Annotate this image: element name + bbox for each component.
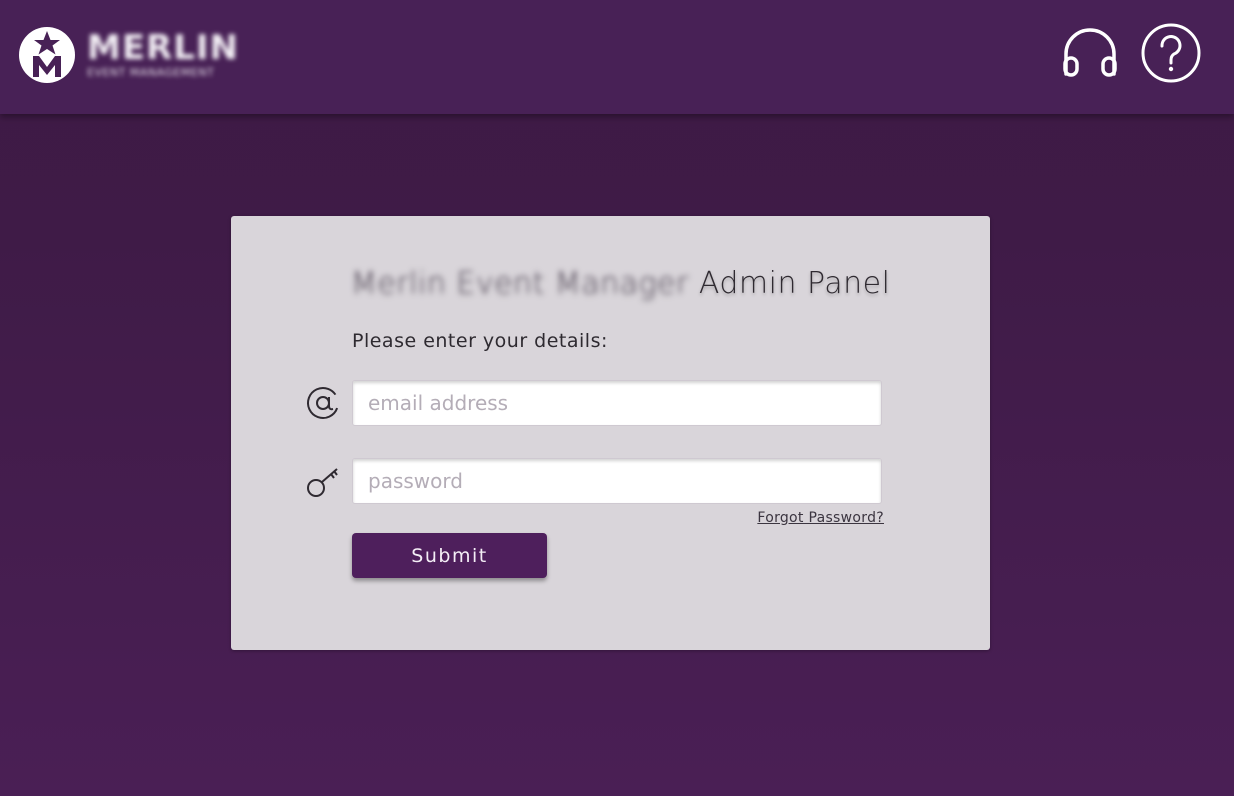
key-icon [307,468,338,497]
submit-button[interactable]: Submit [352,533,547,578]
top-header-bar: MERLIN EVENT MANAGEMENT [0,0,1234,114]
brand-tagline: EVENT MANAGEMENT [87,66,215,79]
support-headset-button[interactable] [1060,22,1120,84]
headset-icon [1063,28,1117,77]
email-field[interactable] [352,380,882,426]
brand-logo[interactable]: MERLIN EVENT MANAGEMENT [17,24,239,86]
brand-wordmark: MERLIN EVENT MANAGEMENT [87,30,239,80]
brand-name: MERLIN [87,28,240,68]
at-sign-icon [307,387,339,419]
password-field[interactable] [352,458,882,504]
star-m-logo-icon [19,27,75,83]
forgot-password-link[interactable]: Forgot Password? [711,510,884,526]
title-app-name: Merlin Event Manager [351,266,689,301]
login-instructions: Please enter your details: [352,330,608,352]
help-button[interactable] [1140,22,1201,84]
title-admin-panel: Admin Panel [698,266,891,301]
login-card: Merlin Event Manager Admin Panel Please … [231,216,990,650]
page-title: Merlin Event Manager Admin Panel [351,266,890,301]
help-circle-icon [1141,23,1201,83]
